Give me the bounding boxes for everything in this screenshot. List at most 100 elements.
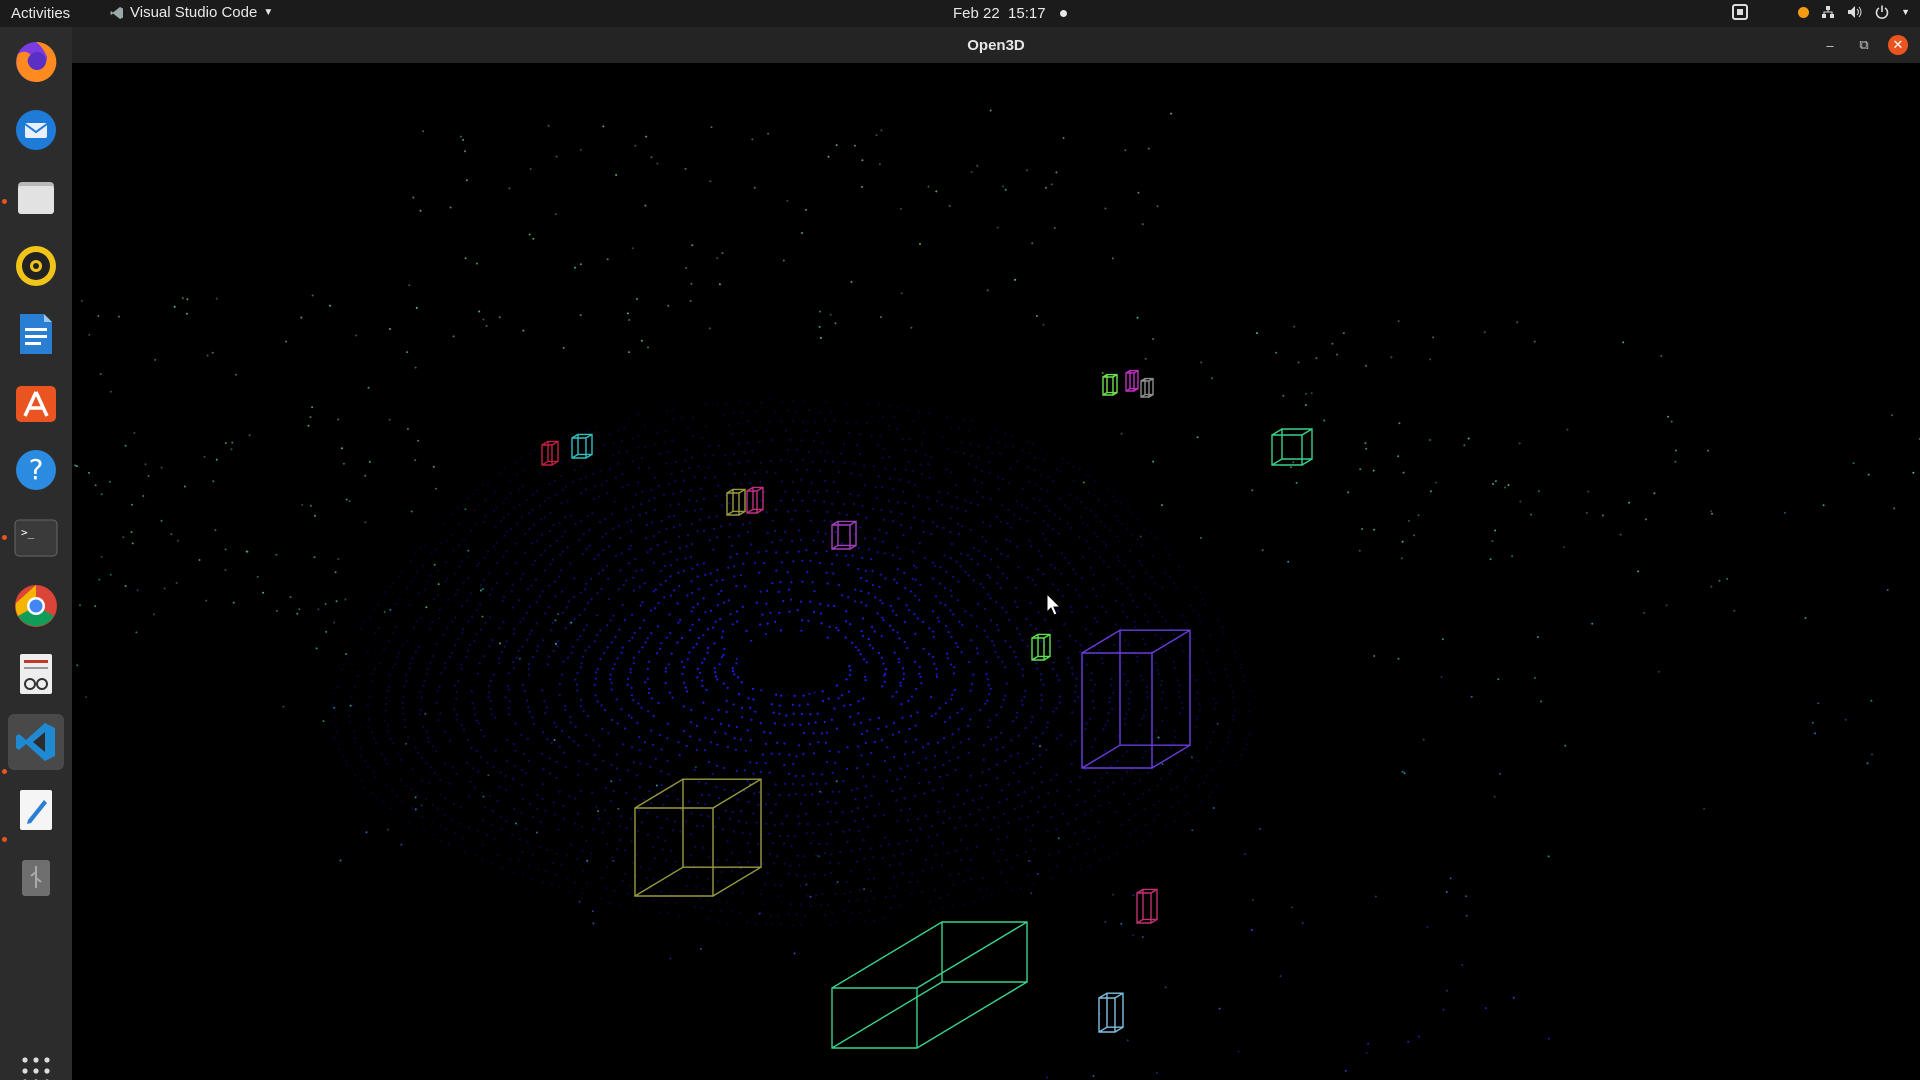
clock[interactable]: Feb 22 15:17 bbox=[953, 5, 1067, 22]
window-manager-icon[interactable] bbox=[1732, 4, 1749, 20]
dock-item-help[interactable]: ? bbox=[8, 442, 64, 498]
lidar-point bbox=[726, 901, 729, 904]
lidar-point bbox=[542, 639, 545, 642]
running-indicator bbox=[2, 837, 7, 842]
lidar-point bbox=[437, 719, 440, 722]
lidar-point bbox=[972, 673, 975, 676]
dock-item-rhythmbox[interactable] bbox=[8, 238, 64, 294]
dock-item-files[interactable] bbox=[8, 170, 64, 226]
power-icon[interactable] bbox=[1875, 5, 1889, 19]
lidar-point bbox=[333, 621, 336, 624]
dock-item-writer[interactable] bbox=[8, 306, 64, 362]
lidar-point bbox=[666, 882, 669, 885]
lidar-point bbox=[747, 800, 750, 803]
lidar-point bbox=[1030, 545, 1033, 548]
lidar-point bbox=[996, 582, 999, 585]
minimize-button[interactable]: – bbox=[1820, 35, 1840, 55]
lidar-point bbox=[903, 571, 906, 574]
lidar-point bbox=[488, 572, 491, 575]
lidar-point bbox=[772, 862, 776, 865]
volume-icon[interactable] bbox=[1847, 5, 1863, 19]
dock-item-vscode[interactable] bbox=[8, 714, 64, 770]
lidar-point bbox=[872, 877, 876, 880]
lidar-point bbox=[483, 735, 486, 738]
lidar-point bbox=[798, 704, 801, 707]
lidar-point bbox=[1184, 775, 1187, 778]
lidar-point bbox=[1126, 679, 1130, 683]
lidar-point bbox=[570, 621, 573, 624]
lidar-point bbox=[1094, 550, 1097, 553]
lidar-point bbox=[1057, 837, 1060, 840]
dock-item-usb[interactable] bbox=[8, 850, 64, 906]
dock-item-firefox[interactable] bbox=[8, 34, 64, 90]
lidar-point bbox=[646, 551, 649, 554]
lidar-point bbox=[593, 753, 596, 757]
lidar-point bbox=[911, 420, 914, 423]
dock-item-text-editor[interactable] bbox=[8, 782, 64, 838]
lidar-point bbox=[801, 783, 804, 786]
bounding-box bbox=[831, 921, 1028, 1049]
dock-item-terminal[interactable]: >_ bbox=[8, 510, 64, 566]
lidar-point bbox=[639, 886, 642, 890]
lidar-point bbox=[579, 698, 583, 702]
lidar-point bbox=[735, 769, 738, 773]
activities-button[interactable]: Activities bbox=[11, 5, 70, 22]
dock-item-document-viewer[interactable] bbox=[8, 646, 64, 702]
lidar-point bbox=[873, 630, 876, 633]
lidar-point bbox=[741, 872, 744, 875]
status-indicator-icon[interactable] bbox=[1798, 6, 1810, 18]
lidar-point bbox=[859, 577, 862, 580]
lidar-point bbox=[552, 524, 555, 527]
lidar-point bbox=[778, 793, 781, 797]
lidar-point bbox=[1015, 500, 1018, 503]
lidar-point bbox=[386, 762, 389, 765]
lidar-point bbox=[641, 601, 644, 604]
lidar-point bbox=[639, 604, 642, 607]
maximize-button[interactable]: ⧉ bbox=[1854, 35, 1874, 55]
open3d-viewport[interactable] bbox=[72, 63, 1920, 1080]
lidar-point bbox=[625, 791, 628, 795]
lidar-point bbox=[535, 622, 538, 625]
lidar-point bbox=[950, 595, 953, 598]
lidar-point bbox=[838, 512, 841, 515]
lidar-point bbox=[859, 653, 862, 656]
lidar-point bbox=[997, 566, 1000, 569]
dock-item-thunderbird[interactable] bbox=[8, 102, 64, 158]
show-apps-button[interactable] bbox=[8, 1043, 64, 1080]
lidar-point bbox=[591, 512, 594, 515]
lidar-point bbox=[626, 483, 629, 487]
system-tray[interactable]: ▼ bbox=[1732, 4, 1910, 20]
lidar-point bbox=[889, 887, 892, 890]
lidar-point bbox=[1055, 737, 1058, 740]
lidar-point bbox=[597, 553, 600, 556]
chevron-down-icon[interactable]: ▼ bbox=[1901, 7, 1910, 17]
lidar-point bbox=[1085, 722, 1088, 725]
network-icon[interactable] bbox=[1821, 5, 1835, 19]
lidar-point bbox=[472, 767, 475, 770]
lidar-point bbox=[703, 454, 706, 457]
lidar-point bbox=[289, 596, 292, 599]
dock-item-chrome[interactable] bbox=[8, 578, 64, 634]
dock-item-software-center[interactable] bbox=[8, 374, 64, 430]
lidar-point bbox=[1347, 491, 1350, 494]
lidar-point bbox=[907, 409, 910, 412]
lidar-point bbox=[1069, 494, 1072, 497]
lidar-point bbox=[686, 594, 689, 597]
lidar-point bbox=[895, 691, 898, 694]
lidar-point bbox=[914, 632, 917, 635]
lidar-point bbox=[1004, 759, 1007, 763]
app-menu[interactable]: Visual Studio Code ▼ bbox=[110, 4, 273, 21]
lidar-point bbox=[555, 776, 558, 780]
lidar-point bbox=[1084, 800, 1087, 803]
lidar-point bbox=[1005, 798, 1009, 801]
lidar-point bbox=[902, 677, 905, 681]
lidar-point bbox=[801, 619, 804, 622]
window-titlebar[interactable]: Open3D – ⧉ ✕ bbox=[72, 27, 1920, 63]
close-button[interactable]: ✕ bbox=[1888, 35, 1908, 55]
lidar-point bbox=[1141, 717, 1144, 720]
lidar-point bbox=[634, 144, 637, 147]
lidar-point bbox=[766, 531, 769, 534]
lidar-point bbox=[952, 805, 956, 808]
lidar-point bbox=[733, 737, 736, 740]
point-cloud-scene[interactable] bbox=[72, 63, 1920, 1080]
